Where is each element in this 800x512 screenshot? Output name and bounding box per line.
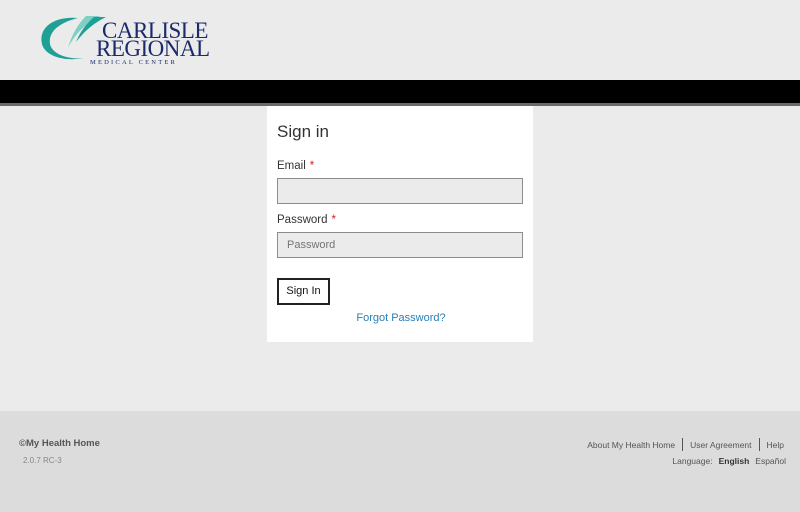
signin-title: Sign in [277,122,329,141]
footer-links: About My Health Home User Agreement Help [587,438,784,451]
page-header: CARLISLE REGIONAL MEDICAL CENTER [0,0,800,80]
logo-line-2: REGIONAL [96,36,210,61]
logo-line-3: MEDICAL CENTER [90,59,178,66]
forgot-password-link-row: Forgot Password? [267,312,533,324]
page-footer: ©My Health Home 2.0.7 RC-3 About My Heal… [0,411,800,512]
language-selector: Language: English Español [672,456,786,466]
help-link[interactable]: Help [767,440,784,450]
copyright-text: ©My Health Home [19,438,100,449]
email-required-mark: * [309,160,315,172]
user-agreement-link[interactable]: User Agreement [690,440,751,450]
email-label: Email * [277,160,314,172]
password-required-mark: * [331,214,336,226]
forgot-password-link[interactable]: Forgot Password? [356,312,445,324]
language-espanol[interactable]: Español [755,456,786,466]
about-link[interactable]: About My Health Home [587,440,675,450]
password-label-text: Password [277,214,328,226]
sign-in-button[interactable]: Sign In [277,278,330,305]
email-field[interactable] [277,178,523,204]
navigation-bar [0,80,800,103]
email-label-text: Email [277,160,306,172]
password-field[interactable] [277,232,523,258]
password-label: Password * [277,214,336,226]
carlisle-regional-logo[interactable]: CARLISLE REGIONAL MEDICAL CENTER [38,12,210,68]
footer-divider [758,438,760,451]
language-english[interactable]: English [719,456,750,466]
language-label: Language: [672,456,713,466]
footer-divider [682,438,684,451]
version-text: 2.0.7 RC-3 [23,456,62,465]
signin-card: Sign in Email * Password * Sign In Forgot … [267,106,533,342]
